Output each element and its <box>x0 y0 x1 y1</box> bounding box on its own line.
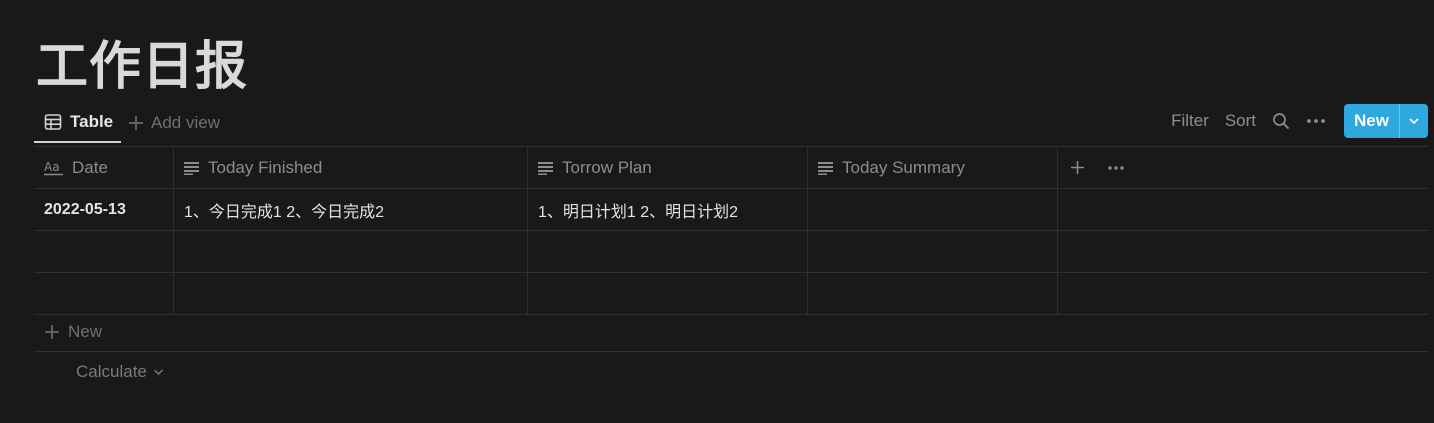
column-header-torrow-plan[interactable]: Torrow Plan <box>528 147 808 188</box>
toolbar: Filter Sort New <box>1155 103 1428 139</box>
today-finished-cell[interactable] <box>174 231 528 272</box>
title-property-icon: Aa <box>44 160 64 176</box>
view-bar: Table Add view Filter Sort New <box>34 103 1428 146</box>
today-summary-cell[interactable] <box>808 189 1058 230</box>
page-title: 工作日报 <box>36 37 249 97</box>
more-icon[interactable] <box>1306 118 1326 124</box>
column-label: Date <box>72 157 108 177</box>
column-actions <box>1058 147 1428 188</box>
database-table: Aa Date Today Finished Torrow Plan Today… <box>34 146 1428 315</box>
torrow-plan-cell[interactable] <box>528 273 808 314</box>
text-property-icon <box>818 161 834 175</box>
table-row <box>34 231 1428 273</box>
table-header: Aa Date Today Finished Torrow Plan Today… <box>34 146 1428 189</box>
add-view-label: Add view <box>151 113 220 132</box>
date-cell[interactable] <box>34 273 174 314</box>
empty-cell <box>1058 231 1428 272</box>
table-row <box>34 273 1428 315</box>
column-header-today-finished[interactable]: Today Finished <box>174 147 528 188</box>
add-view-button[interactable]: Add view <box>128 103 220 143</box>
today-summary-cell[interactable] <box>808 273 1058 314</box>
chevron-down-icon <box>153 368 164 376</box>
torrow-plan-cell[interactable] <box>528 231 808 272</box>
tab-table[interactable]: Table <box>34 103 121 143</box>
sort-button[interactable]: Sort <box>1225 111 1256 131</box>
date-cell[interactable]: 2022-05-13 <box>34 189 174 230</box>
torrow-plan-cell[interactable]: 1、明日计划1 2、明日计划2 <box>528 189 808 230</box>
column-label: Today Finished <box>208 157 323 177</box>
filter-button[interactable]: Filter <box>1171 111 1209 131</box>
date-cell[interactable] <box>34 231 174 272</box>
text-property-icon <box>538 161 554 175</box>
text-property-icon <box>184 161 200 175</box>
table-row: 2022-05-13 1、今日完成1 2、今日完成2 1、明日计划1 2、明日计… <box>34 189 1428 231</box>
today-finished-cell[interactable] <box>174 273 528 314</box>
column-label: Torrow Plan <box>562 157 652 177</box>
calculate-label: Calculate <box>76 362 147 381</box>
add-row-label: New <box>68 322 103 341</box>
table-icon <box>44 113 62 131</box>
new-button-label[interactable]: New <box>1344 104 1399 138</box>
plus-icon <box>44 324 60 340</box>
plus-icon <box>128 115 144 131</box>
today-finished-cell[interactable]: 1、今日完成1 2、今日完成2 <box>174 189 528 230</box>
column-header-today-summary[interactable]: Today Summary <box>808 147 1058 188</box>
new-button[interactable]: New <box>1344 104 1428 138</box>
more-icon[interactable] <box>1107 165 1125 171</box>
calculate-button[interactable]: Calculate <box>76 362 164 382</box>
add-row-button[interactable]: New <box>34 313 1428 352</box>
tab-table-label: Table <box>70 112 114 131</box>
chevron-down-icon[interactable] <box>1399 104 1428 138</box>
empty-cell <box>1058 273 1428 314</box>
empty-cell <box>1058 189 1428 230</box>
today-summary-cell[interactable] <box>808 231 1058 272</box>
svg-text:Aa: Aa <box>44 160 60 174</box>
search-icon[interactable] <box>1272 112 1290 130</box>
column-header-date[interactable]: Aa Date <box>34 147 174 188</box>
column-label: Today Summary <box>842 157 965 177</box>
add-property-icon[interactable] <box>1070 160 1085 175</box>
